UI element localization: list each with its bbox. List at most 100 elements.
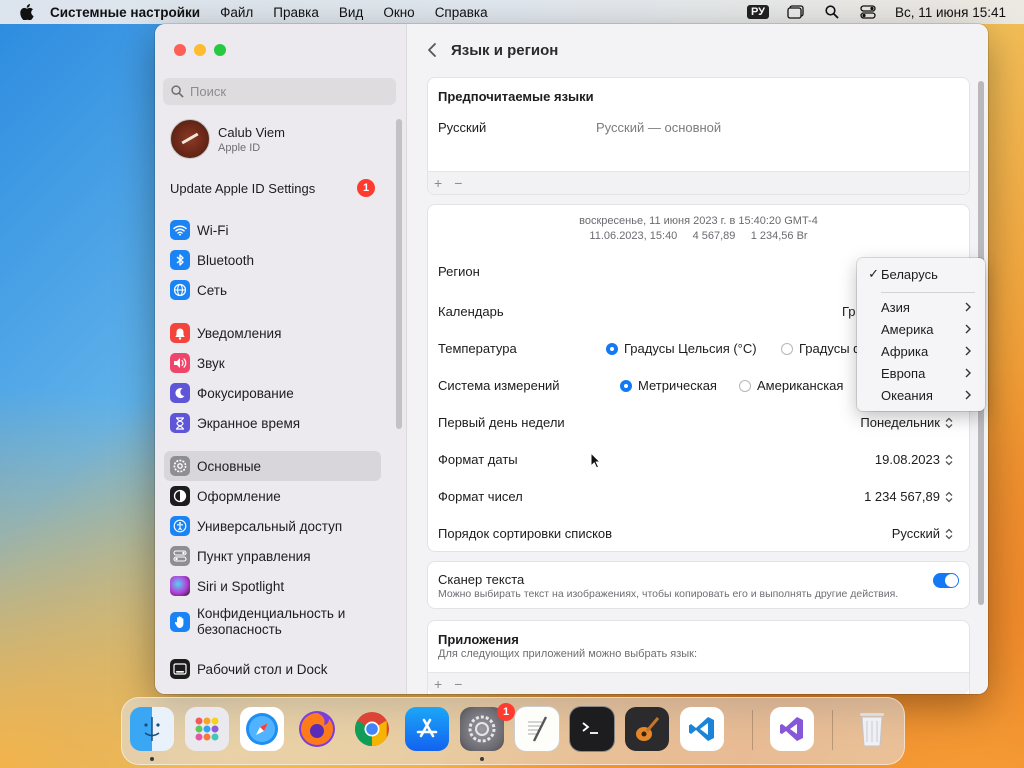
menu-app-name[interactable]: Системные настройки: [50, 5, 200, 20]
update-apple-id-label: Update Apple ID Settings: [170, 180, 316, 196]
metric-option[interactable]: Метрическая: [620, 378, 717, 393]
temp-fahrenheit-label: Градусы ф: [799, 341, 864, 356]
sidebar-item-sound[interactable]: Звук: [164, 348, 381, 378]
temp-fahrenheit-radio[interactable]: [781, 342, 793, 355]
menu-file[interactable]: Файл: [220, 5, 253, 20]
stage-manager-icon[interactable]: [787, 5, 805, 19]
zoom-button[interactable]: [214, 44, 226, 56]
live-text-toggle[interactable]: [933, 573, 959, 588]
sidebar-item-label: Сеть: [197, 282, 228, 298]
preferred-languages-header: Предпочитаемые языки: [438, 89, 594, 104]
temp-fahrenheit-option[interactable]: Градусы ф: [781, 341, 864, 356]
sidebar-item-notifications[interactable]: Уведомления: [164, 318, 381, 348]
textedit-icon[interactable]: [515, 707, 559, 751]
sidebar-item-control-center[interactable]: Пункт управления: [164, 541, 381, 571]
temp-celsius-radio[interactable]: [606, 342, 618, 355]
app-store-icon[interactable]: [405, 707, 449, 751]
chevron-right-icon: [965, 388, 971, 403]
back-chevron-icon[interactable]: [427, 42, 437, 58]
sidebar-item-label: Основные: [197, 458, 262, 474]
mouse-cursor-icon: [590, 451, 602, 472]
network-icon: [170, 280, 190, 300]
safari-icon[interactable]: [240, 707, 284, 751]
sidebar-item-desktop-dock[interactable]: Рабочий стол и Dock: [164, 654, 381, 684]
sort-order-popup[interactable]: Русский: [892, 526, 953, 541]
sidebar-scrollbar[interactable]: [396, 119, 402, 429]
region-submenu-africa[interactable]: Африка: [857, 340, 985, 362]
menu-window[interactable]: Окно: [383, 5, 414, 20]
sidebar-item-focus[interactable]: Фокусирование: [164, 378, 381, 408]
sidebar-item-bluetooth[interactable]: Bluetooth: [164, 245, 381, 275]
control-center-icon[interactable]: [859, 5, 877, 19]
region-option-belarus[interactable]: ✓ Беларусь: [857, 263, 985, 285]
wifi-icon: [170, 220, 190, 240]
sidebar-item-label: Siri и Spotlight: [197, 578, 285, 594]
sidebar-item-label: Звук: [197, 355, 225, 371]
firefox-icon[interactable]: [295, 707, 339, 751]
spotlight-icon[interactable]: [823, 5, 841, 19]
sidebar-item-siri-spotlight[interactable]: Siri и Spotlight: [164, 571, 381, 601]
temp-celsius-option[interactable]: Градусы Цельсия (°C): [606, 341, 757, 356]
region-submenu-label: Америка: [881, 321, 934, 337]
region-submenu-oceania[interactable]: Океания: [857, 384, 985, 406]
finder-icon[interactable]: [130, 707, 174, 751]
update-apple-id-item[interactable]: Update Apple ID Settings 1: [170, 179, 375, 197]
input-source-indicator[interactable]: РУ: [746, 5, 769, 19]
region-popup-menu: ✓ Беларусь Азия Америка Африка Европа Ок…: [857, 258, 985, 411]
number-format-popup[interactable]: 1 234 567,89: [864, 489, 953, 504]
region-submenu-europe[interactable]: Европа: [857, 362, 985, 384]
search-placeholder: Поиск: [190, 84, 227, 99]
format-preview-line2: 11.06.2023, 15:40 4 567,89 1 234,56 Br: [428, 230, 969, 242]
garageband-icon[interactable]: [625, 707, 669, 751]
remove-language-button[interactable]: −: [448, 175, 468, 191]
us-radio[interactable]: [739, 379, 751, 392]
search-input[interactable]: Поиск: [163, 78, 396, 105]
region-submenu-america[interactable]: Америка: [857, 318, 985, 340]
temp-celsius-label: Градусы Цельсия (°C): [624, 341, 757, 356]
sort-order-value: Русский: [891, 526, 940, 541]
chrome-icon[interactable]: [350, 707, 394, 751]
first-day-popup[interactable]: Понедельник: [860, 415, 953, 430]
close-button[interactable]: [174, 44, 186, 56]
add-application-button[interactable]: +: [428, 676, 448, 692]
us-option[interactable]: Американская: [739, 378, 843, 393]
sidebar-group-network: Wi-Fi Bluetooth Сеть: [164, 215, 381, 305]
apple-menu-icon[interactable]: [20, 4, 36, 20]
number-format-row: Формат чисел 1 234 567,89: [438, 489, 959, 504]
sort-order-label: Порядок сортировки списков: [438, 526, 613, 541]
calendar-value[interactable]: Гр: [842, 304, 856, 319]
sidebar-item-general[interactable]: Основные: [164, 451, 381, 481]
terminal-icon[interactable]: [570, 707, 614, 751]
updown-chevron-icon: [945, 528, 953, 540]
sidebar-item-label: Фокусирование: [197, 385, 294, 401]
launchpad-icon[interactable]: [185, 707, 229, 751]
sidebar-item-label: Уведомления: [197, 325, 282, 341]
menu-view[interactable]: Вид: [339, 5, 363, 20]
sidebar-item-appearance[interactable]: Оформление: [164, 481, 381, 511]
menu-help[interactable]: Справка: [435, 5, 488, 20]
region-submenu-label: Европа: [881, 365, 926, 381]
sidebar-item-label: Рабочий стол и Dock: [197, 661, 328, 677]
updown-chevron-icon: [945, 417, 953, 429]
remove-application-button[interactable]: −: [448, 676, 468, 692]
sidebar-item-accessibility[interactable]: Универсальный доступ: [164, 511, 381, 541]
date-format-popup[interactable]: 19.08.2023: [875, 452, 953, 467]
sidebar-item-label: Bluetooth: [197, 252, 255, 268]
sidebar-item-privacy[interactable]: Конфиденциальность и безопасность: [164, 601, 381, 643]
trash-icon[interactable]: [850, 707, 894, 751]
language-row[interactable]: Русский Русский — основной: [438, 120, 959, 135]
visual-studio-icon[interactable]: [770, 707, 814, 751]
apple-id-profile[interactable]: Calub Viem Apple ID: [170, 119, 285, 159]
region-submenu-asia[interactable]: Азия: [857, 296, 985, 318]
general-icon: [170, 456, 190, 476]
vscode-icon[interactable]: [680, 707, 724, 751]
add-language-button[interactable]: +: [428, 175, 448, 191]
menu-edit[interactable]: Правка: [273, 5, 319, 20]
menu-clock[interactable]: Вс, 11 июня 15:41: [895, 5, 1006, 20]
metric-radio[interactable]: [620, 379, 632, 392]
sidebar-item-wifi[interactable]: Wi-Fi: [164, 215, 381, 245]
sidebar-item-network[interactable]: Сеть: [164, 275, 381, 305]
window-controls: [174, 44, 226, 56]
minimize-button[interactable]: [194, 44, 206, 56]
sidebar-item-screen-time[interactable]: Экранное время: [164, 408, 381, 438]
